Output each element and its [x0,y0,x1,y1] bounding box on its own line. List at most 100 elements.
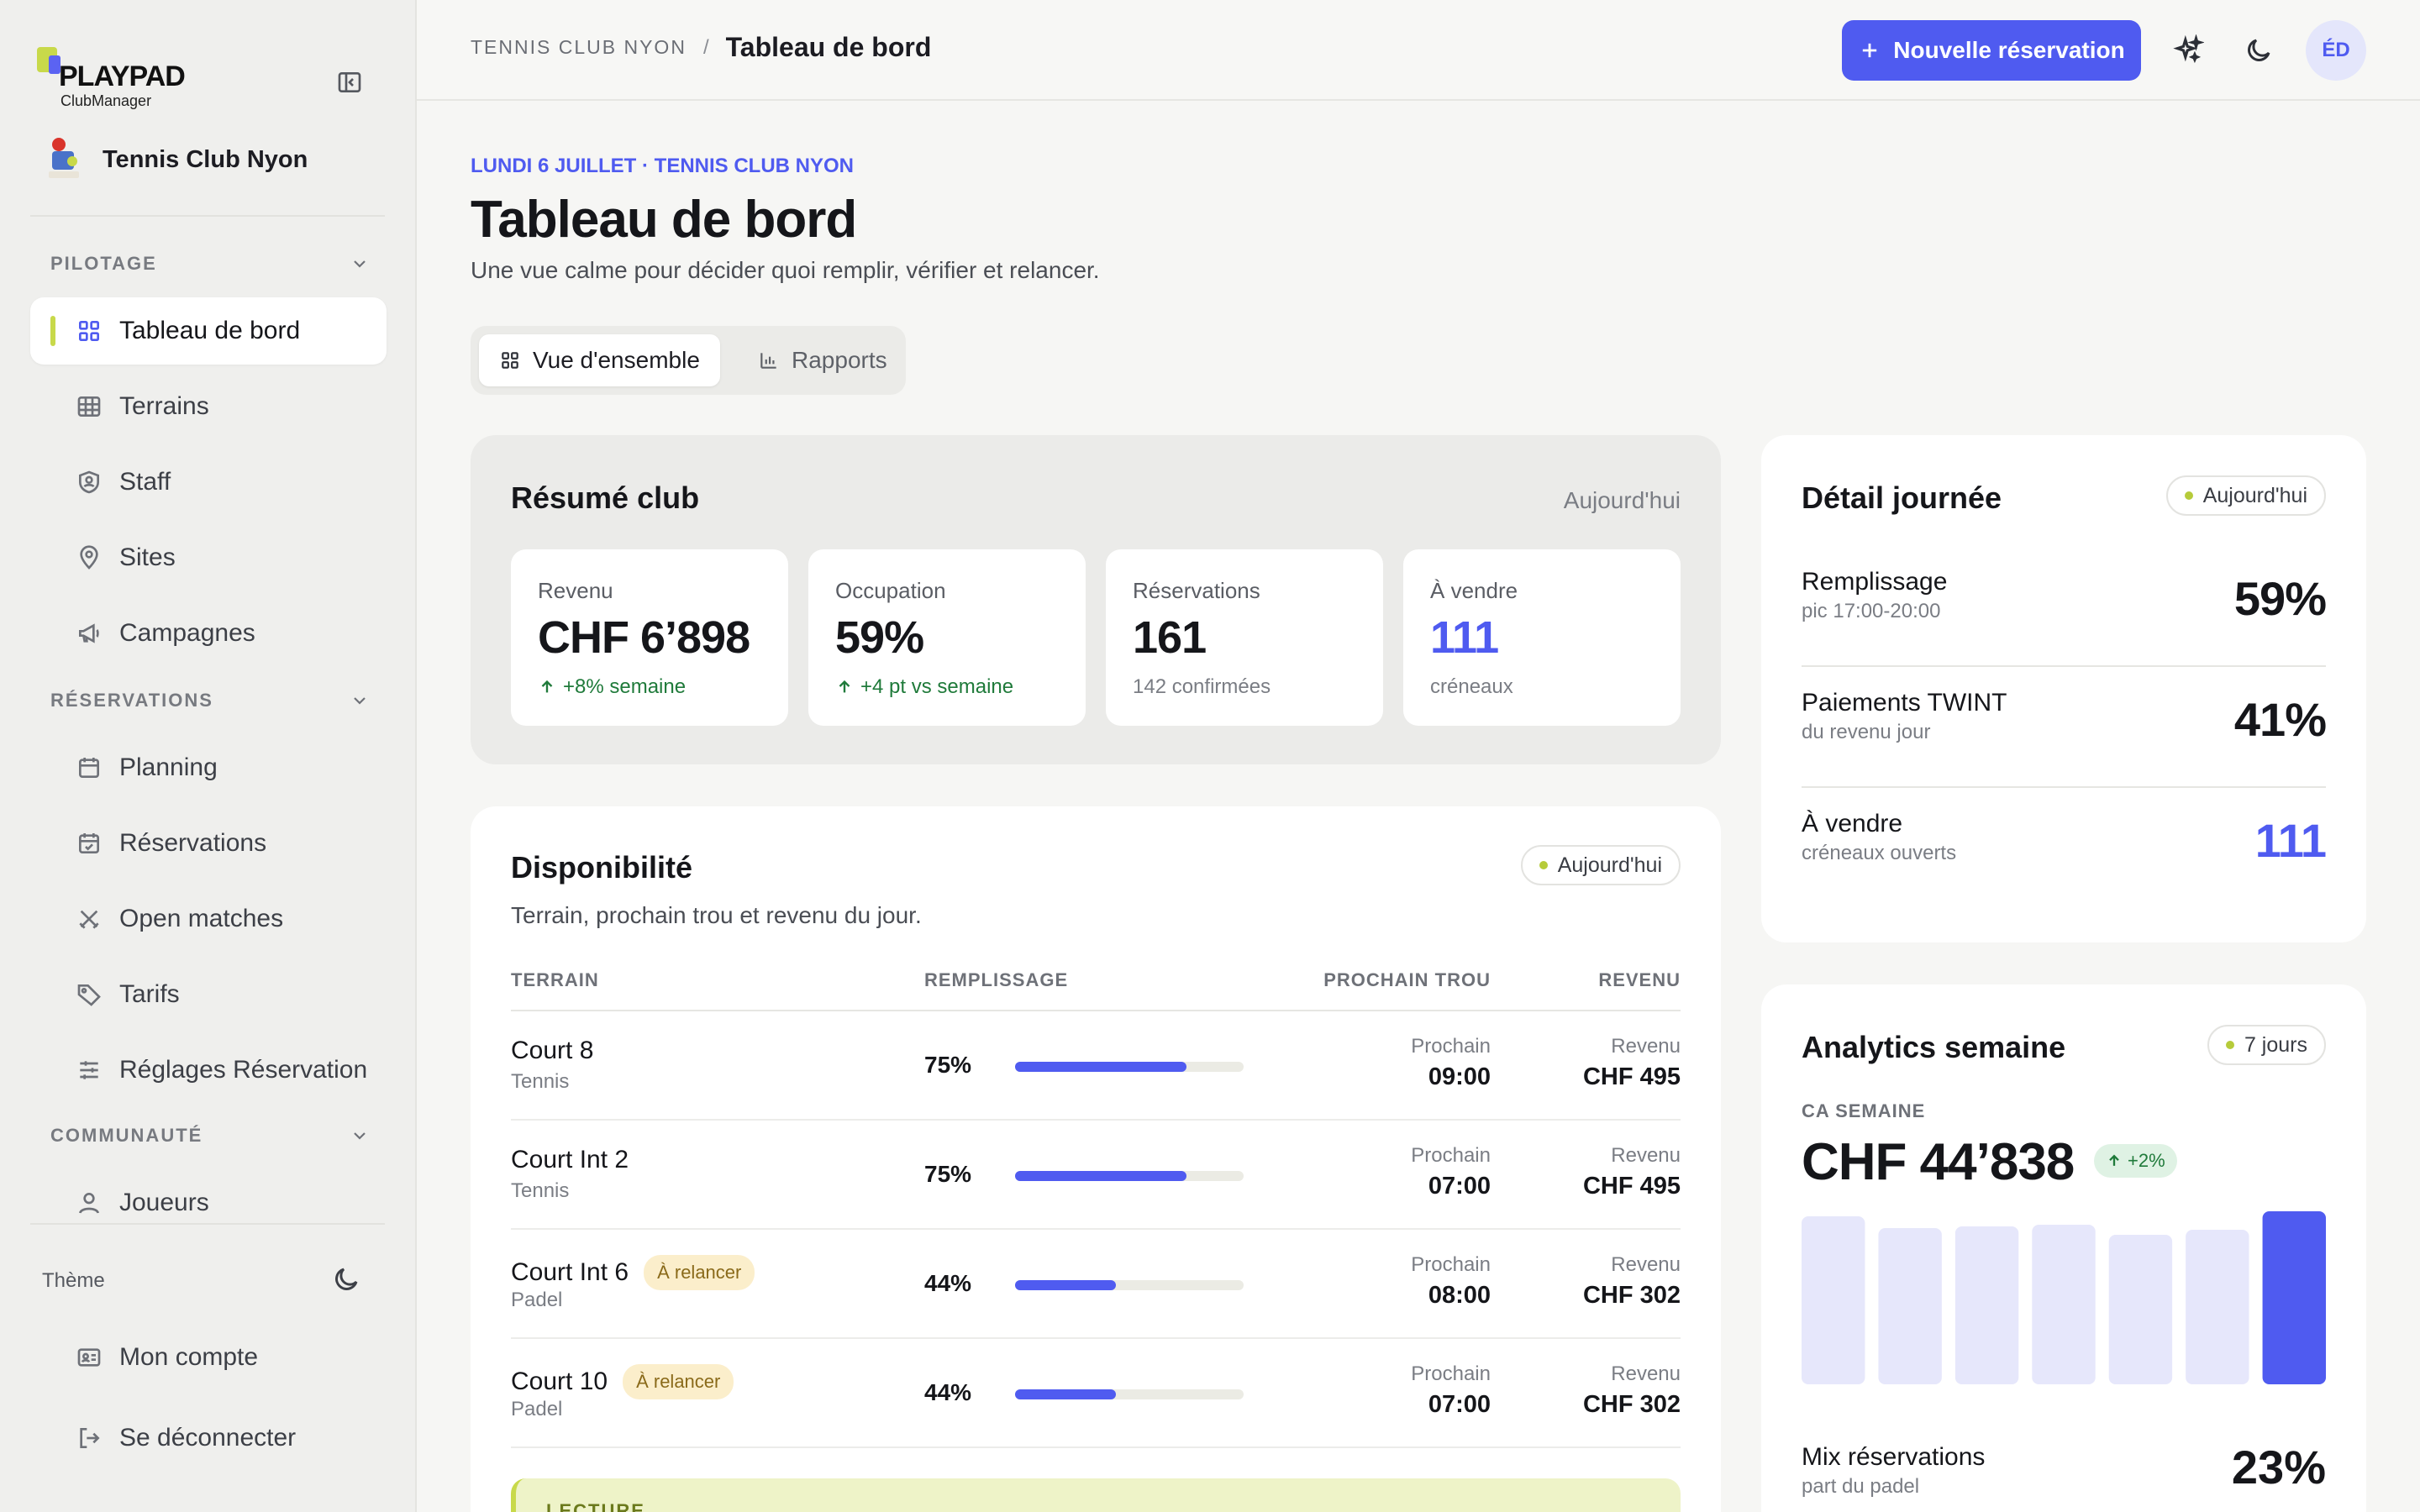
ca-delta: +2% [2128,1150,2165,1171]
kpi-revenu[interactable]: Revenu CHF 6’898 +8% semaine [511,549,788,726]
sidebar-item-open-matches[interactable]: Open matches [30,885,387,953]
kpi-reservations[interactable]: Réservations 161 142 confirmées [1106,549,1383,726]
chart-bar[interactable] [2108,1235,2173,1384]
fill-bar-progress [1015,1280,1116,1290]
card-title: Résumé club [511,480,700,515]
fill-percent: 44% [924,1270,972,1296]
calendar-icon [74,753,104,783]
table-row[interactable]: Court 8 Tennis 75% Prochain 09:00 Revenu… [511,1011,1681,1121]
sidebar-divider [30,1223,385,1225]
sidebar-item-se-deconnecter[interactable]: Se déconnecter [30,1404,387,1472]
revenue-value: CHF 302 [1582,1391,1681,1418]
sidebar-item-tarifs[interactable]: Tarifs [30,961,387,1028]
status-dot [2184,491,2193,500]
plus-icon [1863,43,1877,58]
card-meta: Aujourd'hui [1563,487,1681,513]
column-header: REMPLISSAGE [924,969,1069,990]
next-slot-label: Prochain [1411,1144,1491,1167]
sidebar-item-staff[interactable]: Staff [30,449,387,516]
playpad-logo[interactable]: PLAYPAD ClubManager [37,45,205,116]
period-pill[interactable]: Aujourd'hui [2165,475,2326,516]
column-header: REVENU [1598,969,1681,990]
court-name-text: Court Int 6 [511,1258,629,1286]
chart-bar[interactable] [1954,1226,2019,1384]
detail-title: Paiements TWINT [1802,689,2007,717]
detail-row-a-vendre: À vendre créneaux ouverts 111 [1802,788,2327,909]
status-badge[interactable]: À relancer [623,1364,734,1399]
user-avatar[interactable]: ÉD [2306,20,2366,81]
chart-bar[interactable] [1802,1216,1865,1384]
tab-vue-ensemble[interactable]: Vue d'ensemble [479,334,720,386]
revenue-value: CHF 495 [1582,1063,1681,1090]
card-subtitle: Terrain, prochain trou et revenu du jour… [511,902,922,928]
detail-subtitle: pic 17:00-20:00 [1802,600,1941,622]
section-reservations[interactable]: RÉSERVATIONS [50,684,370,717]
table-row[interactable]: Court Int 6 À relancer Padel 44% Prochai… [511,1230,1681,1339]
collapse-sidebar-button[interactable] [333,66,366,99]
table-row[interactable]: Court Int 2 Tennis 75% Prochain 07:00 Re… [511,1121,1681,1230]
period-pill[interactable]: Aujourd'hui [1520,845,1681,885]
court-sport: Tennis [511,1179,570,1202]
court-name-text: Court 10 [511,1368,608,1395]
fill-bar [1015,1389,1244,1399]
court-name: Court 8 [511,1037,593,1065]
next-slot-time: 07:00 [1428,1391,1491,1418]
club-switcher[interactable]: Tennis Club Nyon [44,136,308,183]
section-pilotage[interactable]: PILOTAGE [50,247,370,281]
grid-icon [74,316,104,346]
kpi-a-vendre[interactable]: À vendre 111 créneaux [1403,549,1681,726]
new-reservation-button[interactable]: Nouvelle réservation [1842,20,2141,81]
sidebar-item-reglages-reservation[interactable]: Réglages Réservation [30,1037,387,1104]
sliders-icon [74,1055,104,1085]
dark-mode-icon[interactable] [2238,30,2279,71]
sidebar-item-tableau-de-bord[interactable]: Tableau de bord [30,297,387,365]
next-slot-time: 08:00 [1428,1282,1491,1309]
sidebar-item-reservations[interactable]: Réservations [30,810,387,877]
status-badge[interactable]: À relancer [644,1255,755,1290]
chart-bar[interactable] [2032,1225,2096,1384]
sidebar-item-sites[interactable]: Sites [30,524,387,591]
page-eyebrow: LUNDI 6 JUILLET · TENNIS CLUB NYON [471,155,855,177]
revenue-label: Revenu [1611,1253,1681,1276]
breadcrumb-separator: / [702,35,709,59]
id-card-icon [74,1342,104,1373]
club-logo-icon [44,136,84,183]
court-name: Court Int 6 À relancer [511,1255,755,1290]
map-pin-icon [74,543,104,573]
revenue-value: CHF 302 [1582,1282,1681,1309]
table-row[interactable]: Court 10 À relancer Padel 44% Prochain 0… [511,1339,1681,1448]
sidebar-item-mon-compte[interactable]: Mon compte [30,1324,387,1391]
theme-label: Thème [42,1269,105,1292]
section-communaute[interactable]: COMMUNAUTÉ [50,1119,370,1152]
sidebar-item-label: Sites [119,543,176,571]
period-pill[interactable]: 7 jours [2207,1025,2326,1065]
kpi-trend: +8% semaine [538,675,686,699]
moon-icon[interactable] [331,1264,361,1299]
breadcrumb-club[interactable]: TENNIS CLUB NYON [471,36,687,59]
sparkles-icon[interactable] [2168,30,2208,71]
bar-chart-icon [760,353,776,369]
chart-bar[interactable] [2262,1211,2326,1384]
sidebar-item-joueurs[interactable]: Joueurs [30,1169,387,1236]
sidebar-item-label: Tableau de bord [119,317,301,344]
sidebar-item-planning[interactable]: Planning [30,734,387,801]
sidebar-item-terrains[interactable]: Terrains [30,373,387,440]
kpi-occupation[interactable]: Occupation 59% +4 pt vs semaine [808,549,1086,726]
sidebar-item-label: Mon compte [119,1343,259,1371]
card-title: Analytics semaine [1802,1030,2066,1064]
availability-card: Disponibilité Aujourd'hui Terrain, proch… [471,806,1721,1512]
calendar-check-icon [74,828,104,858]
logo-wordmark: PLAYPAD [59,60,186,92]
sidebar-item-label: Campagnes [119,619,255,647]
chart-bar[interactable] [1878,1228,1942,1384]
sidebar-item-campagnes[interactable]: Campagnes [30,600,387,667]
sidebar-item-label: Terrains [119,392,209,420]
section-label: PILOTAGE [50,253,157,274]
page-subtitle: Une vue calme pour décider quoi remplir,… [471,257,1100,283]
table-grid-icon [74,391,104,422]
tab-rapports[interactable]: Rapports [738,334,908,386]
chart-bar[interactable] [2186,1230,2249,1384]
chevron-down-icon [354,697,366,705]
shield-user-icon [74,467,104,497]
fill-bar [1015,1280,1244,1290]
